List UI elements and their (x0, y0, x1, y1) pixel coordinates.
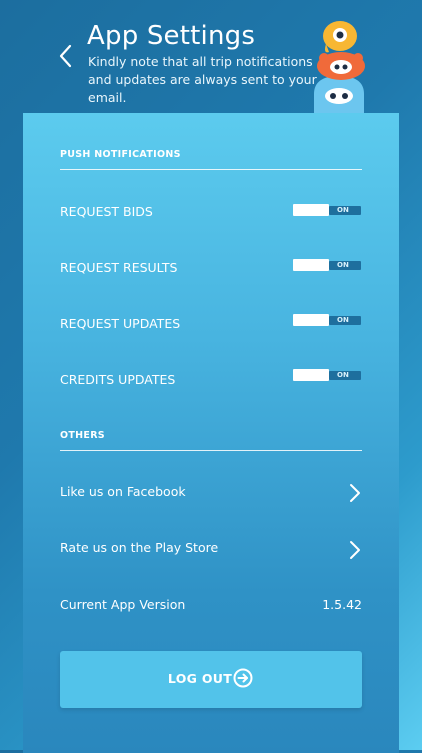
arrow-right-circle-icon (233, 668, 253, 688)
chevron-right-icon (350, 541, 360, 559)
logout-label: LOG OUT (167, 671, 233, 686)
toggle-request-updates[interactable]: ON (293, 314, 361, 326)
setting-label-request-bids: REQUEST BIDS (60, 204, 153, 219)
toggle-knob (293, 369, 329, 381)
list-item-label: Rate us on the Play Store (60, 540, 219, 555)
page-subtitle: Kindly note that all trip notifications … (88, 54, 317, 105)
chevron-right-icon (350, 484, 360, 502)
section-label-push-notifications: PUSH NOTIFICATIONS (60, 149, 181, 160)
settings-panel: PUSH NOTIFICATIONS REQUEST BIDS ON REQUE… (23, 113, 399, 753)
toggle-knob (293, 314, 329, 326)
toggle-state: ON (337, 316, 349, 324)
toggle-credits-updates[interactable]: ON (293, 369, 361, 381)
toggle-knob (293, 259, 329, 271)
logout-button[interactable]: LOG OUT (60, 651, 362, 708)
toggle-knob (293, 204, 329, 216)
setting-label-request-updates: REQUEST UPDATES (60, 316, 181, 331)
header: App Settings Kindly note that all trip n… (0, 0, 422, 131)
toggle-request-bids[interactable]: ON (293, 204, 361, 216)
toggle-state: ON (337, 371, 349, 379)
back-arrow-icon[interactable] (56, 43, 76, 69)
toggle-request-results[interactable]: ON (293, 259, 361, 271)
setting-label-request-results: REQUEST RESULTS (60, 260, 178, 275)
page-title: App Settings (87, 21, 256, 51)
divider (60, 169, 362, 170)
divider (60, 450, 362, 451)
section-label-others: OTHERS (60, 430, 105, 441)
version-value: 1.5.42 (322, 597, 362, 612)
toggle-state: ON (337, 206, 349, 214)
version-label: Current App Version (60, 597, 186, 612)
toggle-state: ON (337, 261, 349, 269)
setting-label-credits-updates: CREDITS UPDATES (60, 372, 176, 387)
list-item-label: Like us on Facebook (60, 484, 186, 499)
